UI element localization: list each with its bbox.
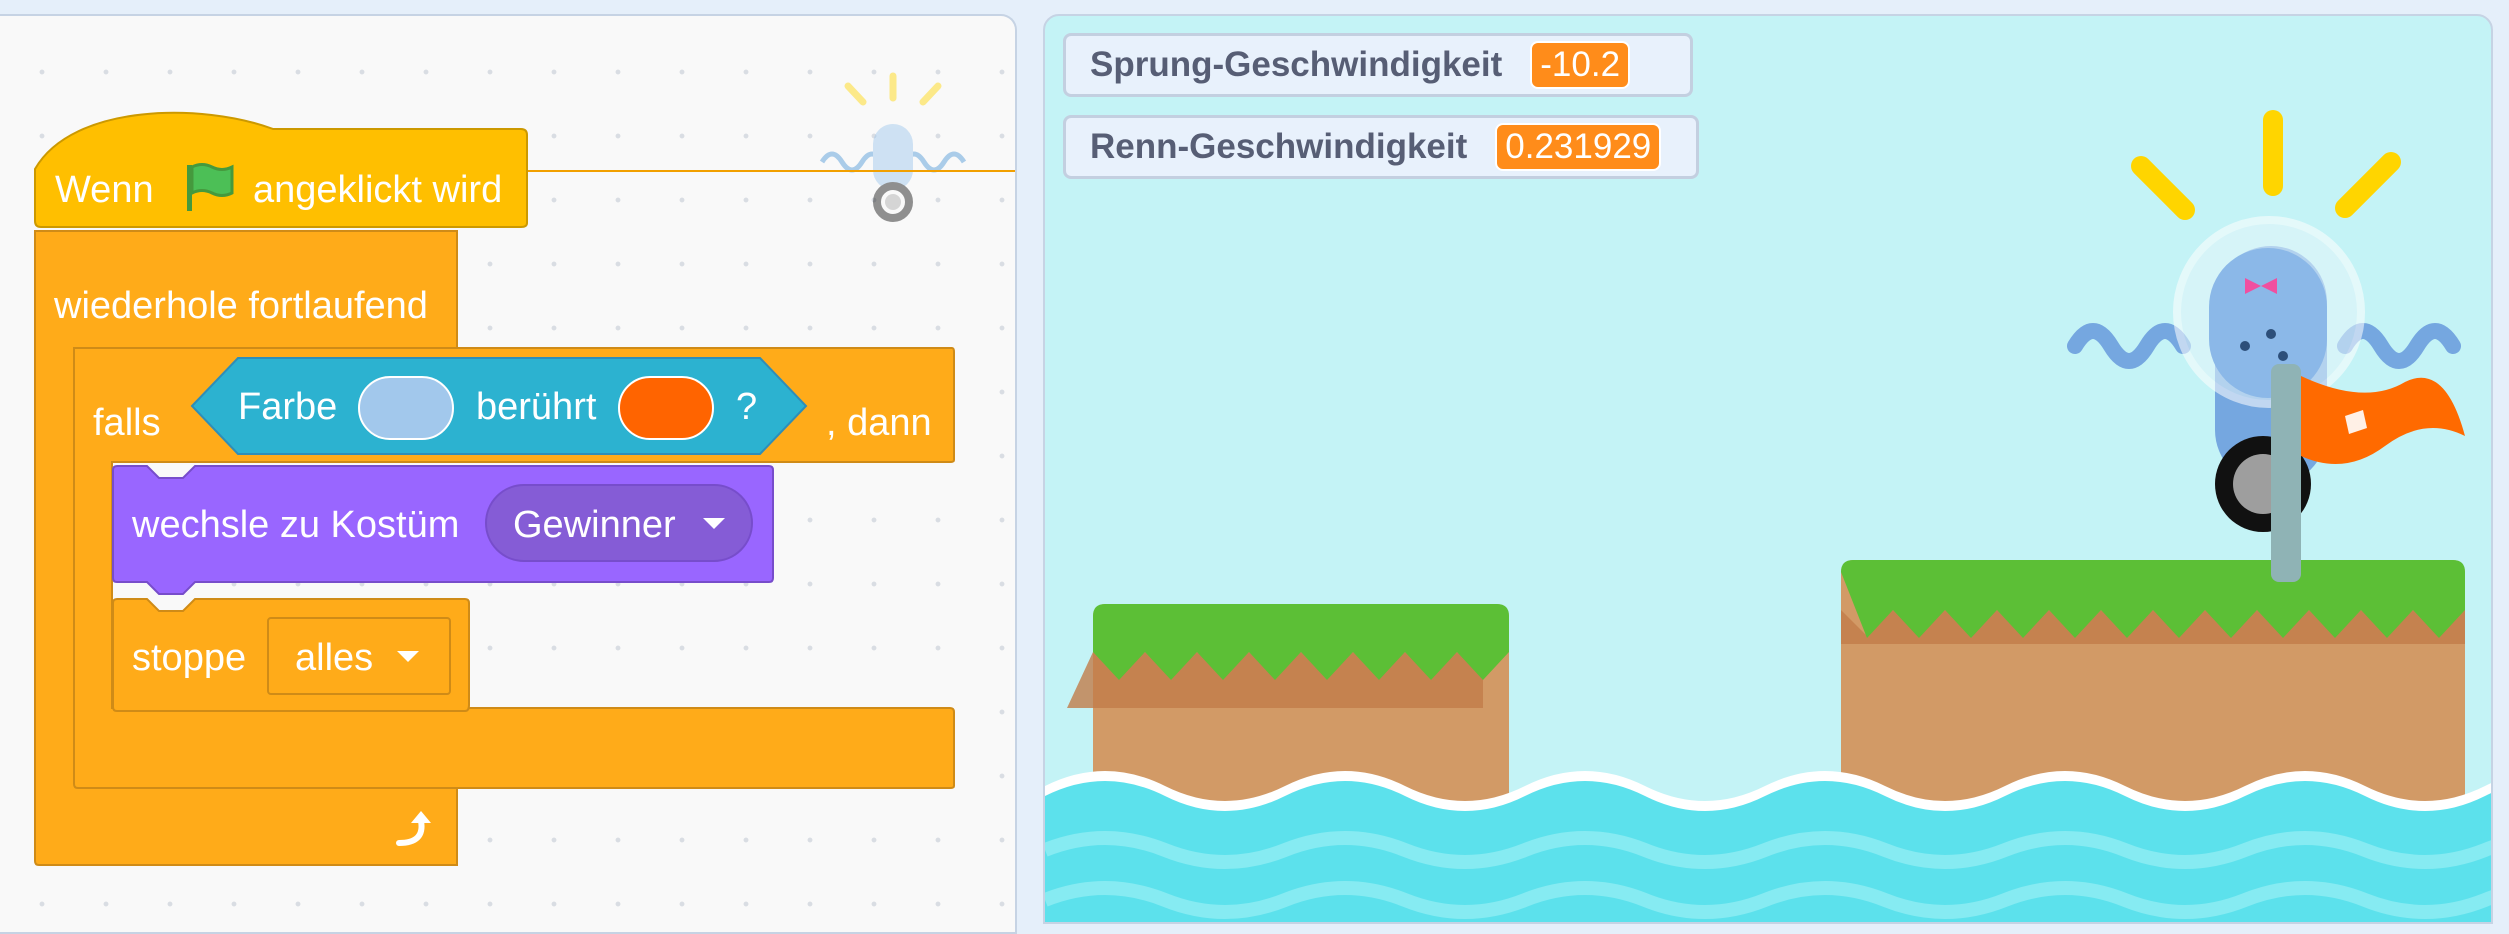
costume-value: Gewinner (513, 504, 676, 546)
loop-arrow-icon (396, 811, 431, 846)
sprite-ghost-icon (819, 72, 967, 222)
chevron-down-icon (397, 651, 419, 662)
color-swatch-1[interactable] (358, 376, 454, 440)
question-label: ? (736, 386, 758, 428)
touching-label: berührt (476, 386, 597, 428)
when-flag-clicked-block[interactable]: Wenn angeklickt wird (33, 73, 529, 229)
if-label: falls (93, 402, 161, 444)
switch-costume-block[interactable]: wechsle zu Kostüm Gewinner (111, 464, 775, 600)
touching-color-block[interactable]: Farbe berührt ? (190, 356, 808, 456)
stop-option-dropdown[interactable]: alles (267, 617, 451, 695)
platform-right (1841, 560, 2465, 824)
forever-label: wiederhole fortlaufend (54, 285, 428, 327)
stage[interactable]: Sprung-Geschwindigkeit -10.2 Renn-Geschw… (1043, 14, 2493, 924)
stop-option-value: alles (295, 637, 374, 679)
then-label: , dann (826, 402, 932, 444)
chevron-down-icon (703, 518, 725, 529)
stop-all-block[interactable]: stoppe alles (111, 597, 471, 713)
green-flag-icon[interactable] (181, 159, 235, 213)
code-area[interactable]: Wenn angeklickt wird wiederhole fortlauf… (0, 14, 1017, 934)
when-label: Wenn (55, 169, 154, 211)
stage-scene (1045, 110, 2491, 922)
costume-dropdown[interactable]: Gewinner (485, 484, 753, 562)
drag-line (515, 170, 1015, 172)
color-swatch-2[interactable] (618, 376, 714, 440)
clicked-label: angeklickt wird (253, 169, 503, 211)
color-label: Farbe (238, 386, 338, 428)
character-sprite (2067, 110, 2465, 582)
switch-costume-label: wechsle zu Kostüm (132, 504, 460, 546)
stop-label: stoppe (132, 637, 247, 679)
